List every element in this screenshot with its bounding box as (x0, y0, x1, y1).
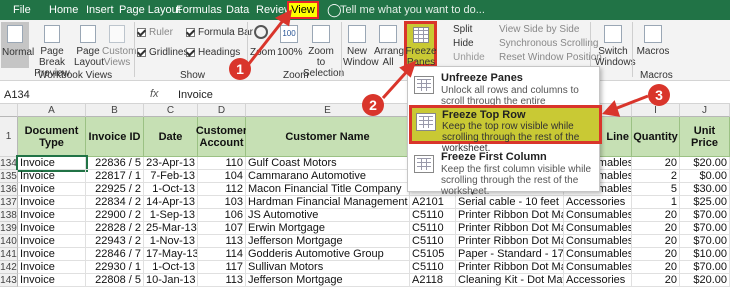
step-badge-3: 3 (648, 84, 670, 106)
callout-arrows (246, 9, 649, 117)
excel-window: File Home Insert Page Layout Formulas Da… (0, 0, 730, 287)
step-badge-1: 1 (229, 58, 251, 80)
step-badge-2: 2 (362, 94, 384, 116)
